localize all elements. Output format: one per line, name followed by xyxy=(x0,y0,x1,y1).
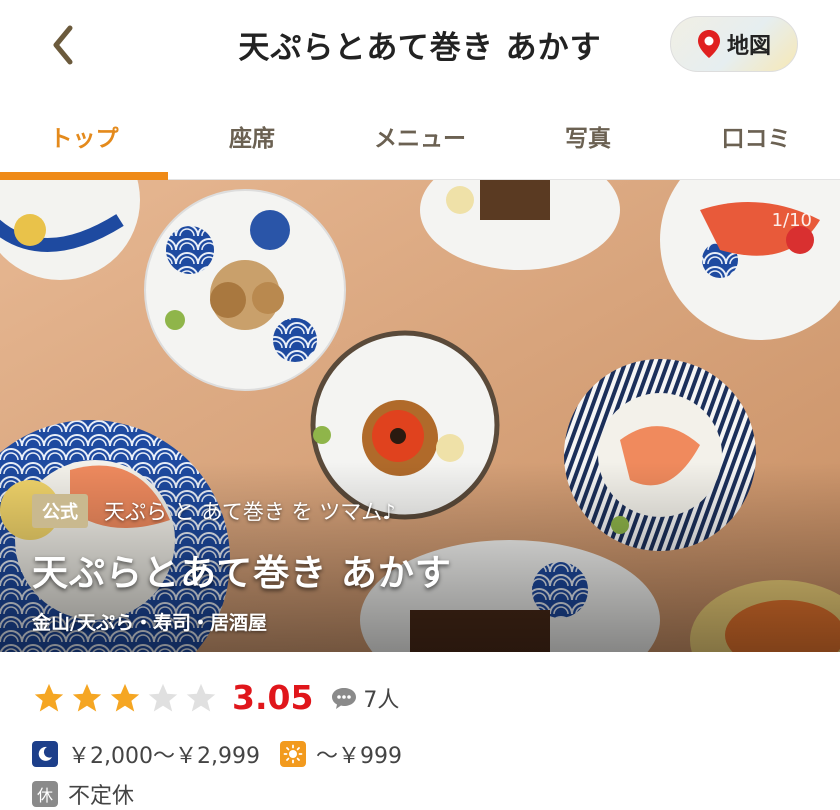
app-header: 天ぷらとあて巻き あかす 地図 xyxy=(0,0,840,92)
speech-bubble-icon xyxy=(332,687,357,709)
rating-row: 3.05 7人 xyxy=(32,678,399,717)
catchphrase: 天ぷら と あて巻き を ツマム♪ xyxy=(104,500,396,524)
official-badge: 公式 xyxy=(32,494,88,528)
tab-photos[interactable]: 写真 xyxy=(504,92,672,179)
star-filled-icon xyxy=(72,683,102,711)
map-button[interactable]: 地図 xyxy=(670,16,798,72)
restaurant-name: 天ぷらとあて巻き あかす xyxy=(32,553,452,594)
moon-icon xyxy=(32,741,58,767)
tab-bar: トップ 座席 メニュー 写真 口コミ xyxy=(0,92,840,180)
review-count-link[interactable]: 7人 xyxy=(331,682,399,714)
star-rating xyxy=(32,681,218,715)
hero-badge-row: 公式 天ぷら と あて巻き を ツマム♪ xyxy=(32,494,396,528)
photo-counter: 1/10 xyxy=(771,210,812,231)
star-filled-icon xyxy=(34,683,64,711)
tab-seats[interactable]: 座席 xyxy=(168,92,336,179)
star-filled-icon xyxy=(110,683,140,711)
lunch-price: ～￥999 xyxy=(315,744,402,769)
area-genre: 金山/天ぷら・寿司・居酒屋 xyxy=(32,612,267,634)
holiday-icon: 休 xyxy=(32,781,58,807)
tab-menu[interactable]: メニュー xyxy=(336,92,504,179)
rating-score: 3.05 xyxy=(232,678,314,717)
tab-reviews[interactable]: 口コミ xyxy=(672,92,840,179)
star-empty-icon xyxy=(186,683,216,711)
dinner-price: ￥2,000～￥2,999 xyxy=(68,744,260,769)
hero-photo-carousel[interactable]: 1/10 公式 天ぷら と あて巻き を ツマム♪ 天ぷらとあて巻き あかす 金… xyxy=(0,180,840,652)
map-button-label: 地図 xyxy=(726,34,771,59)
review-count: 7人 xyxy=(363,687,400,713)
sun-icon xyxy=(279,741,306,767)
star-empty-icon xyxy=(148,683,178,711)
holiday-row: 休 不定休 xyxy=(32,778,134,810)
map-pin-icon xyxy=(697,30,720,58)
price-row: ￥2,000～￥2,999 ～￥999 xyxy=(32,738,402,770)
tab-top[interactable]: トップ xyxy=(0,92,168,180)
holiday-text: 不定休 xyxy=(68,784,135,809)
